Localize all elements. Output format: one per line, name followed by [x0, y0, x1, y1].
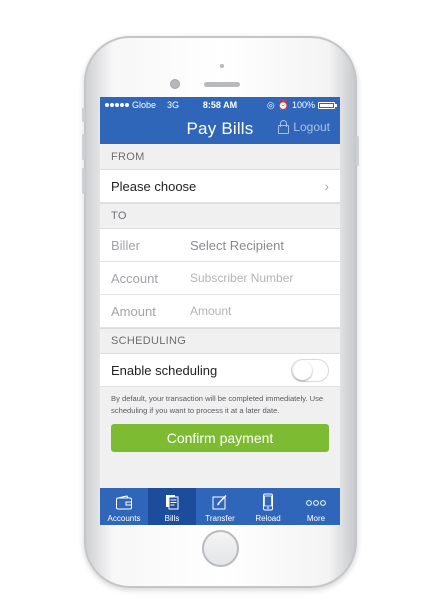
amount-label: Amount	[111, 303, 156, 319]
network-type: 3G	[167, 100, 180, 110]
bills-icon	[166, 495, 179, 510]
subscriber-number-field[interactable]	[190, 271, 320, 285]
phone-icon	[263, 493, 273, 511]
battery-icon	[318, 101, 337, 109]
rotation-lock-icon: ◎	[266, 99, 275, 110]
from-account-value: Please choose	[111, 178, 197, 194]
sensor-dot	[220, 64, 224, 68]
tab-label: Accounts	[107, 514, 141, 523]
battery-percent: 100%	[291, 100, 315, 110]
chevron-right-icon: ›	[324, 178, 329, 194]
transfer-icon	[212, 495, 227, 510]
page-title: Pay Bills	[186, 118, 254, 138]
tab-accounts[interactable]: Accounts	[100, 488, 148, 525]
power-button	[356, 136, 359, 166]
scheduling-toggle[interactable]	[291, 358, 329, 382]
home-button[interactable]	[202, 530, 239, 567]
biller-field[interactable]	[190, 237, 320, 253]
app-screen: Globe 3G 8:58 AM ◎ ⏰ 100% Pay Bills Logo…	[100, 97, 340, 525]
tab-bar: Accounts Bills Transfer Reload More	[100, 488, 340, 525]
signal-strength-icon	[105, 103, 129, 107]
volume-up-button	[82, 134, 85, 160]
amount-field[interactable]	[190, 304, 320, 318]
more-icon	[306, 500, 326, 506]
account-label: Account	[111, 270, 158, 286]
tab-label: Bills	[164, 514, 180, 523]
tab-label: More	[306, 514, 326, 523]
wallet-icon	[116, 495, 132, 510]
logout-label: Logout	[293, 120, 330, 134]
toggle-knob[interactable]	[293, 360, 312, 380]
to-section-header: TO	[100, 203, 340, 229]
tab-label: Transfer	[205, 514, 235, 523]
tab-bills[interactable]: Bills	[148, 488, 196, 525]
confirm-payment-button[interactable]: Confirm payment	[111, 424, 329, 452]
status-bar: Globe 3G 8:58 AM ◎ ⏰ 100%	[100, 97, 340, 113]
tab-label: Reload	[255, 514, 281, 523]
biller-row[interactable]: Biller	[100, 229, 340, 262]
amount-row[interactable]: Amount	[100, 295, 340, 328]
scheduling-toggle-label: Enable scheduling	[111, 362, 218, 378]
tab-transfer[interactable]: Transfer	[196, 488, 244, 525]
from-section-header: FROM	[100, 144, 340, 170]
volume-down-button	[82, 168, 85, 194]
alarm-icon: ⏰	[277, 99, 289, 110]
logout-button[interactable]: Logout	[278, 120, 330, 134]
battery-level-fill	[320, 103, 333, 107]
scheduling-section-header: SCHEDULING	[100, 328, 340, 354]
mute-switch	[82, 108, 85, 122]
carrier-name: Globe	[132, 100, 157, 110]
biller-label: Biller	[111, 237, 140, 253]
scheduling-note: By default, your transaction will be com…	[111, 394, 324, 415]
account-row[interactable]: Account	[100, 262, 340, 295]
earpiece-speaker	[204, 82, 240, 87]
scheduling-row: Enable scheduling	[100, 354, 340, 387]
lock-icon	[278, 120, 290, 134]
front-camera	[170, 79, 180, 89]
from-account-selector[interactable]: Please choose ›	[100, 170, 340, 203]
tab-reload[interactable]: Reload	[244, 488, 292, 525]
navigation-bar: Pay Bills Logout	[100, 113, 340, 144]
tab-more[interactable]: More	[292, 488, 340, 525]
